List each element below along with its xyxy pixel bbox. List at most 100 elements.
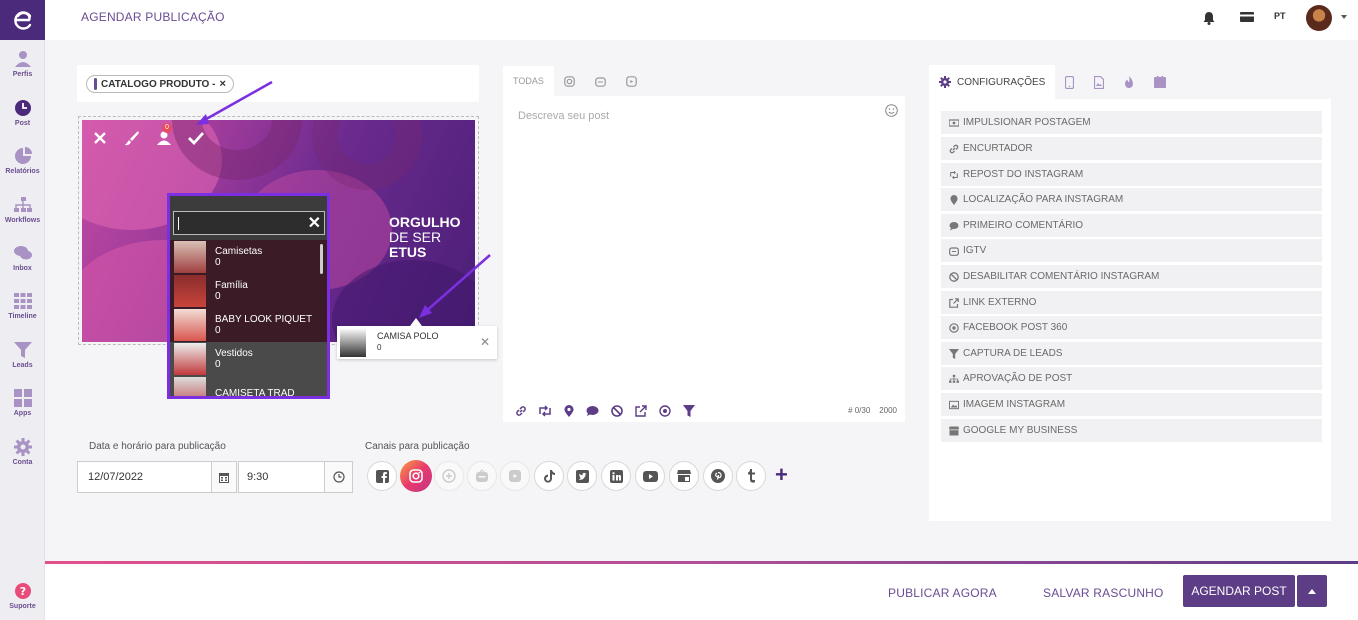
dropdown-scrollbar[interactable] xyxy=(320,244,323,274)
config-item-boost[interactable]: IMPULSIONAR POSTAGEM xyxy=(941,111,1322,134)
schedule-post-button[interactable]: AGENDAR POST xyxy=(1183,575,1295,607)
sidebar-item-conta[interactable]: Conta xyxy=(0,438,45,482)
catalog-selector[interactable]: CATALOGO PRODUTO - × xyxy=(77,65,479,102)
list-item[interactable]: Vestidos 0 xyxy=(170,342,327,376)
config-item-instagram-image[interactable]: IMAGEM INSTAGRAM xyxy=(941,393,1322,416)
lead-capture-button[interactable] xyxy=(681,404,696,418)
tab-hot[interactable] xyxy=(1114,65,1144,99)
tab-reels[interactable] xyxy=(616,66,647,96)
sidebar-item-inbox[interactable]: Inbox xyxy=(0,244,45,288)
list-item[interactable]: CAMISETA TRAD xyxy=(170,376,327,396)
confirm-button[interactable] xyxy=(186,128,206,148)
sidebar-item-apps[interactable]: Apps xyxy=(0,389,45,433)
add-channel-button[interactable]: + xyxy=(775,463,788,487)
save-draft-button[interactable]: SALVAR RASCUNHO xyxy=(1043,586,1164,600)
channel-google-plus[interactable] xyxy=(434,461,464,491)
config-item-igtv[interactable]: IGTV xyxy=(941,239,1322,262)
tab-calendar[interactable] xyxy=(1144,65,1176,99)
config-item-location[interactable]: LOCALIZAÇÃO PARA INSTAGRAM xyxy=(941,188,1322,211)
post-360-button[interactable] xyxy=(657,404,672,418)
tab-mobile-preview[interactable] xyxy=(1055,65,1084,99)
location-button[interactable] xyxy=(561,404,576,418)
date-field[interactable]: 12/07/2022 xyxy=(77,461,212,493)
avatar[interactable] xyxy=(1306,5,1332,31)
list-item[interactable]: Camisetas 0 xyxy=(170,240,327,274)
time-field[interactable]: 9:30 xyxy=(238,461,325,493)
tag-people-button[interactable]: 0 xyxy=(154,123,174,148)
tab-igtv[interactable] xyxy=(585,66,616,96)
tab-configuracoes[interactable]: CONFIGURAÇÕES xyxy=(929,65,1056,99)
instagram-icon xyxy=(564,75,575,87)
channel-linkedin[interactable] xyxy=(601,461,631,491)
post-editor[interactable]: Descreva seu post # 0/30 2000 xyxy=(503,96,905,422)
remove-tag-icon[interactable]: ✕ xyxy=(480,335,490,349)
chevron-down-icon[interactable] xyxy=(1341,15,1347,19)
channel-google-my-business[interactable] xyxy=(669,461,699,491)
bell-icon[interactable] xyxy=(1203,11,1215,25)
sidebar-item-timeline[interactable]: Timeline xyxy=(0,292,45,336)
product-count: 0 xyxy=(215,257,221,268)
emoji-icon[interactable] xyxy=(885,104,898,117)
filter-icon xyxy=(949,348,959,359)
support-button[interactable]: ? Suporte xyxy=(0,582,45,620)
channel-tumblr[interactable] xyxy=(736,461,766,491)
config-item-label: REPOST DO INSTAGRAM xyxy=(963,169,1084,180)
sidebar-item-post[interactable]: Post xyxy=(0,99,45,143)
remove-image-button[interactable] xyxy=(90,128,110,148)
time-picker-button[interactable] xyxy=(324,461,353,493)
list-item[interactable]: BABY LOOK PIQUET 0 xyxy=(170,308,327,342)
product-count: 0 xyxy=(215,325,221,336)
list-item[interactable]: Família 0 xyxy=(170,274,327,308)
channel-pinterest[interactable] xyxy=(703,461,733,491)
product-search-input[interactable]: ✕ xyxy=(173,211,325,235)
channel-reels[interactable] xyxy=(500,461,530,491)
comment-button[interactable] xyxy=(585,404,600,418)
clear-search-icon[interactable]: ✕ xyxy=(308,213,321,233)
remove-tag-icon[interactable]: × xyxy=(219,78,225,90)
repost-button[interactable] xyxy=(537,404,552,418)
channel-facebook[interactable] xyxy=(367,461,397,491)
app-logo[interactable] xyxy=(0,0,45,40)
shortener-button[interactable] xyxy=(513,404,528,418)
channel-youtube[interactable] xyxy=(635,461,665,491)
sidebar-item-workflows[interactable]: Workflows xyxy=(0,196,45,240)
sidebar-item-label: Conta xyxy=(12,459,33,466)
pinterest-icon xyxy=(711,469,725,483)
channel-igtv[interactable] xyxy=(467,461,497,491)
config-item-disable-comments[interactable]: DESABILITAR COMENTÁRIO INSTAGRAM xyxy=(941,265,1322,288)
channel-tiktok[interactable] xyxy=(534,461,564,491)
tab-instagram[interactable] xyxy=(554,66,585,96)
tiktok-icon xyxy=(544,470,555,483)
config-tabs: CONFIGURAÇÕES xyxy=(929,65,1176,99)
credit-card-icon[interactable] xyxy=(1240,11,1254,23)
image-icon xyxy=(949,400,959,409)
config-item-lead-capture[interactable]: CAPTURA DE LEADS xyxy=(941,342,1322,365)
tab-all[interactable]: TODAS xyxy=(503,66,554,96)
tab-image-file[interactable] xyxy=(1084,65,1114,99)
calendar-button[interactable] xyxy=(211,461,237,493)
disable-comments-button[interactable] xyxy=(609,404,624,418)
tagged-product-card[interactable]: CAMISA POLO 0 ✕ xyxy=(337,326,497,359)
date-time-label: Data e horário para publicação xyxy=(89,441,226,452)
config-item-repost[interactable]: REPOST DO INSTAGRAM xyxy=(941,163,1322,186)
edit-image-button[interactable] xyxy=(122,128,142,148)
external-link-button[interactable] xyxy=(633,404,648,418)
channels-label: Canais para publicação xyxy=(365,441,470,452)
config-item-google-my-business[interactable]: GOOGLE MY BUSINESS xyxy=(941,419,1322,442)
config-item-shortener[interactable]: ENCURTADOR xyxy=(941,137,1322,160)
config-item-approval[interactable]: APROVAÇÃO DE POST xyxy=(941,367,1322,390)
channel-twitter[interactable] xyxy=(567,461,597,491)
config-item-external-link[interactable]: LINK EXTERNO xyxy=(941,291,1322,314)
channel-instagram[interactable] xyxy=(400,460,432,492)
language-selector[interactable]: PT xyxy=(1274,11,1286,21)
post-text-input[interactable]: Descreva seu post xyxy=(518,110,609,122)
schedule-options-button[interactable] xyxy=(1297,575,1327,607)
publish-now-button[interactable]: PUBLICAR AGORA xyxy=(888,586,997,600)
product-thumbnail xyxy=(174,241,206,273)
sidebar-item-perfis[interactable]: Perfis xyxy=(0,50,45,94)
sidebar-item-relatorios[interactable]: Relatórios xyxy=(0,147,45,191)
config-item-post-360[interactable]: FACEBOOK POST 360 xyxy=(941,316,1322,339)
config-item-first-comment[interactable]: PRIMEIRO COMENTÁRIO xyxy=(941,214,1322,237)
sidebar-item-leads[interactable]: Leads xyxy=(0,341,45,385)
character-limit: 2000 xyxy=(879,406,897,415)
